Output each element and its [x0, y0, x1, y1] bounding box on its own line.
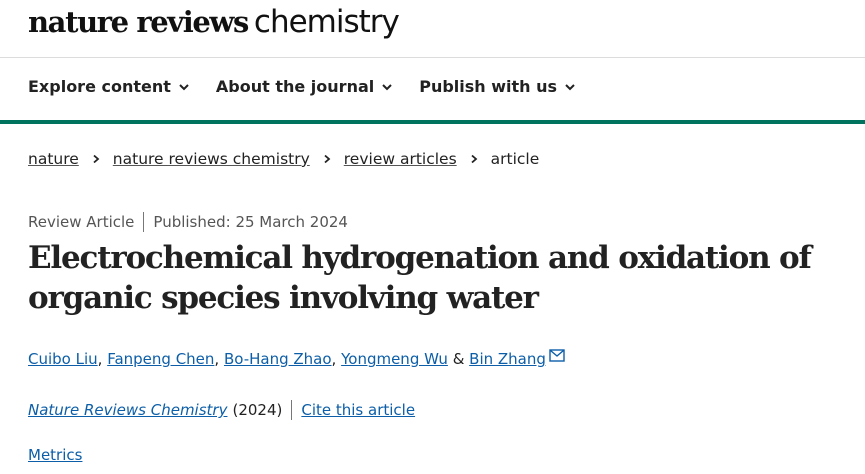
author-link[interactable]: Bo-Hang Zhao [224, 350, 332, 368]
author-separator: , [97, 350, 108, 368]
author-separator: , [214, 350, 224, 368]
meta-divider [143, 212, 145, 232]
metrics-link[interactable]: Metrics [28, 446, 82, 464]
header-divider [0, 57, 865, 58]
author-link[interactable]: Bin Zhang [469, 350, 546, 368]
author-link[interactable]: Fanpeng Chen [107, 350, 214, 368]
email-icon[interactable] [549, 348, 565, 362]
breadcrumb-nature[interactable]: nature [28, 150, 79, 168]
nav-publish-with-us[interactable]: Publish with us [419, 77, 576, 96]
author-separator: , [331, 350, 342, 368]
nav-label: Explore content [28, 77, 171, 96]
accent-bar [0, 120, 865, 124]
nav-label: About the journal [215, 77, 375, 96]
breadcrumb: nature nature reviews chemistry review a… [28, 150, 539, 168]
cite-article-link[interactable]: Cite this article [301, 401, 415, 419]
citation-line: Nature Reviews Chemistry (2024) Cite thi… [28, 400, 415, 420]
breadcrumb-journal[interactable]: nature reviews chemistry [113, 150, 310, 168]
breadcrumb-review-articles[interactable]: review articles [344, 150, 457, 168]
publication-year: (2024) [232, 401, 283, 419]
author-separator: & [447, 350, 470, 368]
chevron-right-icon [324, 154, 331, 164]
breadcrumb-current: article [490, 150, 540, 168]
chevron-down-icon [565, 83, 575, 90]
nav-label: Publish with us [419, 77, 558, 96]
nav-about-journal[interactable]: About the journal [216, 77, 393, 96]
article-title: Electrochemical hydrogenation and oxidat… [28, 240, 812, 316]
author-link[interactable]: Yongmeng Wu [341, 350, 448, 368]
nav-explore-content[interactable]: Explore content [28, 77, 190, 96]
chevron-right-icon [93, 154, 100, 164]
article-meta: Review Article Published: 25 March 2024 [28, 212, 348, 232]
journal-logo[interactable]: nature reviews chemistry [28, 4, 400, 44]
author-link[interactable]: Cuibo Liu [28, 350, 98, 368]
published-date: Published: 25 March 2024 [153, 213, 348, 231]
chevron-down-icon [382, 83, 392, 90]
cite-divider [291, 400, 293, 420]
logo-bold-text: nature reviews [28, 5, 249, 39]
journal-link[interactable]: Nature Reviews Chemistry [28, 401, 227, 419]
chevron-right-icon [471, 154, 478, 164]
logo-light-text: chemistry [253, 4, 400, 40]
author-list: Cuibo Liu, Fanpeng Chen, Bo-Hang Zhao, Y… [28, 348, 565, 368]
article-type: Review Article [28, 213, 135, 231]
main-nav: Explore content About the journal Publis… [28, 77, 576, 96]
chevron-down-icon [179, 83, 189, 90]
